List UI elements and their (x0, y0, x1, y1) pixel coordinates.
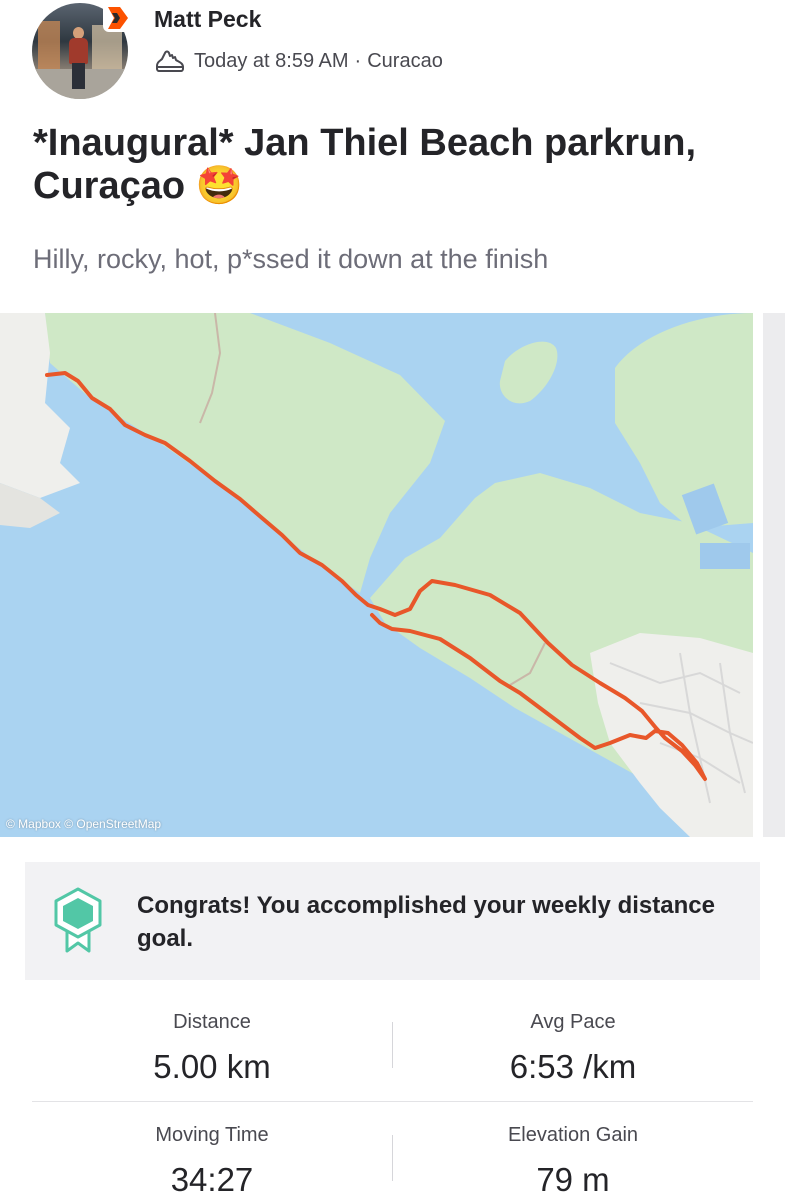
athlete-name[interactable]: Matt Peck (154, 6, 261, 33)
running-shoe-icon (156, 50, 184, 72)
stat-distance: Distance 5.00 km (32, 1009, 392, 1087)
avatar[interactable] (32, 3, 131, 99)
map-land-island (499, 341, 558, 404)
goal-banner[interactable]: Congrats! You accomplished your weekly d… (25, 862, 760, 980)
stat-label: Distance (173, 1011, 251, 1033)
activity-title[interactable]: *Inaugural* Jan Thiel Beach parkrun, Cur… (33, 122, 753, 208)
stat-value: 5.00 km (153, 1048, 271, 1085)
subscriber-badge-icon (103, 4, 131, 32)
goal-message: Congrats! You accomplished your weekly d… (137, 892, 715, 952)
stat-elevation-gain: Elevation Gain 79 m (393, 1122, 753, 1200)
activity-meta: Today at 8:59 AM · Curacao (154, 46, 443, 76)
activity-timestamp: Today at 8:59 AM (194, 49, 349, 72)
map-canvas (0, 313, 753, 837)
stat-avg-pace: Avg Pace 6:53 /km (393, 1009, 753, 1087)
map-salt-pond-2 (700, 543, 750, 569)
stat-value: 79 m (536, 1161, 610, 1198)
stat-value: 6:53 /km (509, 1048, 637, 1085)
stat-label: Elevation Gain (507, 1124, 639, 1146)
activity-description: Hilly, rocky, hot, p*ssed it down at the… (33, 244, 549, 274)
activity-header: Matt Peck Today at 8:59 AM · Curacao (0, 0, 785, 110)
goal-hexagon-ribbon-icon (54, 887, 102, 953)
stat-row-divider (32, 1101, 753, 1102)
next-media-peek[interactable] (763, 313, 785, 837)
stat-label: Moving Time (155, 1124, 269, 1146)
route-map[interactable]: © Mapbox © OpenStreetMap (0, 313, 753, 837)
stat-moving-time: Moving Time 34:27 (32, 1122, 392, 1200)
meta-separator: · (354, 49, 362, 72)
activity-location: Curacao (367, 49, 443, 72)
map-land-peninsula (45, 313, 445, 593)
stat-label: Avg Pace (530, 1011, 616, 1033)
stat-value: 34:27 (170, 1161, 254, 1198)
activity-stats: Distance 5.00 km Avg Pace 6:53 /km Movin… (32, 995, 753, 1200)
map-attribution: © Mapbox © OpenStreetMap (6, 817, 162, 831)
